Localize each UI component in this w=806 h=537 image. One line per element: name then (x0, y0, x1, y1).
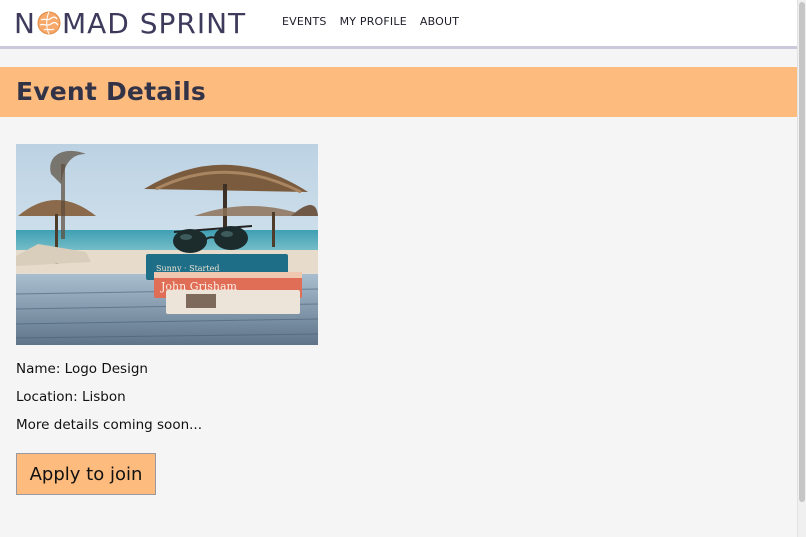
logo-text-left: N (14, 6, 36, 40)
logo-text-right: MAD SPRINT (61, 6, 247, 40)
scrollbar-thumb[interactable] (799, 2, 805, 502)
top-navbar: N MAD SPRINT EVENTS MY PROFILE ABOUT (0, 0, 797, 49)
apply-to-join-button[interactable]: Apply to join (16, 453, 156, 495)
globe-icon (37, 11, 61, 35)
event-image: Sunny · Started John Grisham (16, 144, 318, 345)
event-name: Name: Logo Design (16, 361, 148, 377)
event-location: Location: Lisbon (16, 389, 126, 405)
page-header-banner: Event Details (0, 67, 797, 117)
site-logo[interactable]: N MAD SPRINT (14, 6, 246, 40)
main-nav: EVENTS MY PROFILE ABOUT (282, 15, 459, 28)
page-title: Event Details (16, 77, 206, 106)
nav-link-my-profile[interactable]: MY PROFILE (340, 15, 407, 28)
nav-link-events[interactable]: EVENTS (282, 15, 327, 28)
page-scrollbar[interactable] (797, 0, 806, 537)
nav-link-about[interactable]: ABOUT (420, 15, 459, 28)
event-details-note: More details coming soon... (16, 417, 203, 433)
svg-text:Sunny · Started: Sunny · Started (156, 264, 219, 273)
